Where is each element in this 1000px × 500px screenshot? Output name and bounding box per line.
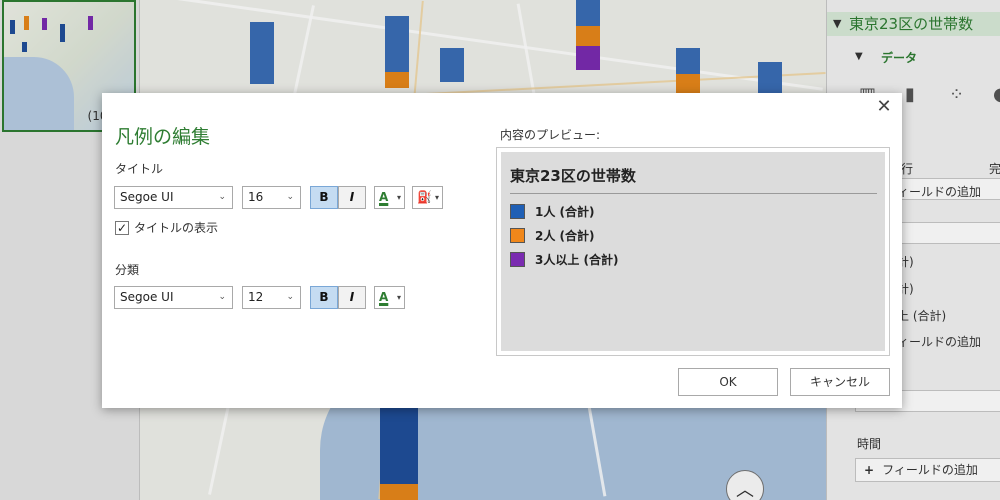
legend-item-label: 3人以上 (合計) bbox=[535, 253, 619, 267]
preview-label: 内容のプレビュー: bbox=[500, 128, 601, 142]
category-italic-toggle[interactable]: I bbox=[338, 286, 366, 309]
category-section-label: 分類 bbox=[115, 263, 140, 277]
preview-divider bbox=[510, 193, 877, 194]
title-bold-toggle[interactable]: B bbox=[310, 186, 338, 209]
legend-preview-area: 東京23区の世帯数 1人 (合計) 2人 (合計) 3人以上 (合計) bbox=[501, 152, 885, 351]
title-size-select[interactable]: 16 ⌄ bbox=[242, 186, 301, 209]
ok-button[interactable]: OK bbox=[678, 368, 778, 396]
category-font-color-button[interactable]: A ▾ bbox=[374, 286, 405, 309]
legend-swatch bbox=[510, 228, 525, 243]
title-font-select[interactable]: Segoe UI ⌄ bbox=[114, 186, 233, 209]
chevron-down-icon: ⌄ bbox=[286, 192, 294, 202]
legend-item-label: 1人 (合計) bbox=[535, 205, 595, 219]
dialog-title: 凡例の編集 bbox=[115, 126, 211, 148]
dropdown-arrow-icon: ▾ bbox=[396, 193, 401, 202]
preview-title: 東京23区の世帯数 bbox=[510, 167, 636, 185]
title-fill-color-button[interactable]: ⛽ ▾ bbox=[412, 186, 443, 209]
chevron-down-icon: ⌄ bbox=[218, 192, 226, 202]
dropdown-arrow-icon: ▾ bbox=[396, 293, 401, 302]
font-color-icon: A bbox=[379, 190, 389, 204]
category-size-select[interactable]: 12 ⌄ bbox=[242, 286, 301, 309]
chevron-down-icon: ⌄ bbox=[286, 292, 294, 302]
dropdown-arrow-icon: ▾ bbox=[434, 193, 439, 202]
font-color-icon: A bbox=[379, 290, 389, 304]
edit-legend-dialog: ✕ 凡例の編集 タイトル Segoe UI ⌄ 16 ⌄ B I A ▾ ⛽ ▾… bbox=[102, 93, 902, 408]
title-section-label: タイトル bbox=[115, 162, 164, 176]
show-title-label: タイトルの表示 bbox=[134, 221, 219, 235]
legend-item: 3人以上 (合計) bbox=[510, 251, 619, 268]
show-title-checkbox-row[interactable]: ✓ タイトルの表示 bbox=[115, 219, 218, 236]
legend-swatch bbox=[510, 252, 525, 267]
close-icon[interactable]: ✕ bbox=[874, 97, 894, 117]
paint-bucket-icon: ⛽ bbox=[417, 190, 432, 204]
legend-item: 2人 (合計) bbox=[510, 227, 595, 244]
title-font-color-button[interactable]: A ▾ bbox=[374, 186, 405, 209]
show-title-checkbox[interactable]: ✓ bbox=[115, 220, 129, 235]
legend-item-label: 2人 (合計) bbox=[535, 229, 595, 243]
chevron-down-icon: ⌄ bbox=[218, 292, 226, 302]
legend-preview: 東京23区の世帯数 1人 (合計) 2人 (合計) 3人以上 (合計) bbox=[496, 147, 890, 356]
legend-item: 1人 (合計) bbox=[510, 203, 595, 220]
legend-swatch bbox=[510, 204, 525, 219]
title-italic-toggle[interactable]: I bbox=[338, 186, 366, 209]
category-font-select[interactable]: Segoe UI ⌄ bbox=[114, 286, 233, 309]
category-bold-toggle[interactable]: B bbox=[310, 286, 338, 309]
cancel-button[interactable]: キャンセル bbox=[790, 368, 890, 396]
